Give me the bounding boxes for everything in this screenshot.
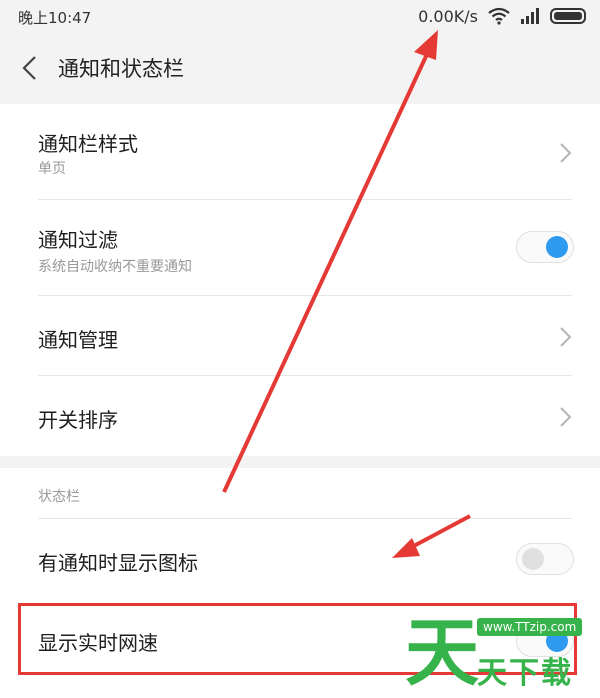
app-header: 通知和状态栏 [0, 32, 600, 104]
signal-icon [521, 8, 539, 24]
item-subtitle: 单页 [38, 161, 66, 177]
item-title: 有通知时显示图标 [38, 551, 198, 575]
chevron-left-icon [22, 56, 36, 80]
list-item-notification-style[interactable]: 通知栏样式 单页 [0, 104, 600, 200]
watermark-url: www.TTzip.com [477, 618, 583, 636]
watermark-text: 天下载 [477, 656, 573, 691]
toggle-knob [546, 236, 568, 258]
watermark-big-char: 天 [405, 610, 479, 696]
list-item-show-icon-on-notification[interactable]: 有通知时显示图标 [0, 519, 600, 601]
chevron-right-icon [560, 143, 572, 163]
chevron-right-icon [560, 327, 572, 347]
item-title: 通知栏样式 [38, 132, 138, 156]
section-header: 状态栏 [38, 489, 80, 505]
notification-filter-toggle[interactable] [516, 231, 574, 263]
item-subtitle: 系统自动收纳不重要通知 [38, 259, 192, 275]
toggle-knob [522, 548, 544, 570]
status-time: 晚上10:47 [18, 9, 92, 27]
item-title: 开关排序 [38, 408, 118, 432]
watermark-logo: 天 www.TTzip.com 天下载 [405, 608, 595, 698]
wifi-icon [488, 7, 510, 25]
battery-icon [550, 8, 586, 24]
item-title: 通知过滤 [38, 228, 118, 252]
list-item-notification-management[interactable]: 通知管理 [0, 296, 600, 376]
show-notification-icon-toggle[interactable] [516, 543, 574, 575]
net-speed-readout: 0.00K/s [418, 6, 478, 26]
list-item-toggle-order[interactable]: 开关排序 [0, 376, 600, 456]
page-title: 通知和状态栏 [58, 57, 184, 81]
chevron-right-icon [560, 407, 572, 427]
list-item-notification-filter[interactable]: 通知过滤 系统自动收纳不重要通知 [0, 200, 600, 296]
item-title: 通知管理 [38, 328, 118, 352]
status-bar: 晚上10:47 0.00K/s [0, 0, 600, 32]
status-icons: 0.00K/s [418, 5, 586, 27]
back-button[interactable] [2, 32, 58, 104]
